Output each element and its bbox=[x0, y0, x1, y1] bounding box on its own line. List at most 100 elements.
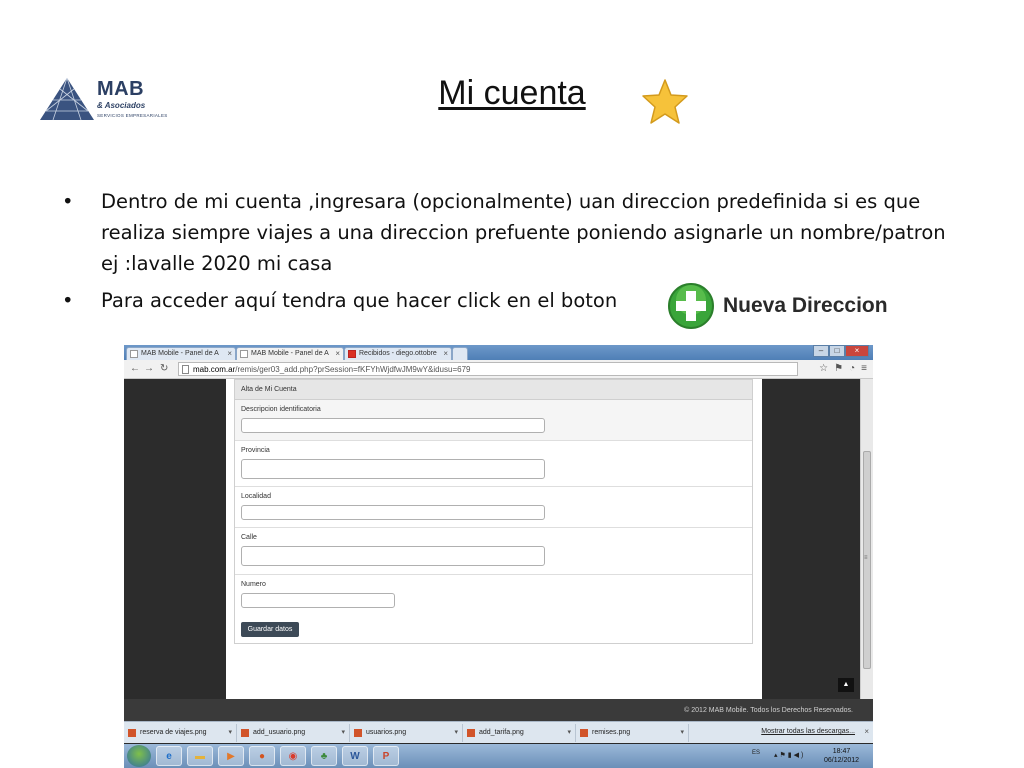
clock-time: 18:47 bbox=[832, 748, 851, 755]
download-item[interactable]: add_usuario.png ▾ bbox=[237, 723, 350, 742]
folder-icon[interactable]: ▬ bbox=[187, 746, 213, 766]
toolbar-icons: ☆ ⚑ ◔ ≡ bbox=[819, 363, 867, 374]
form-row: Localidad bbox=[235, 487, 752, 528]
chevron-down-icon[interactable]: ▾ bbox=[680, 728, 684, 736]
close-icon[interactable]: × bbox=[227, 349, 232, 358]
url-path: /remis/ger03_add.php?prSession=fKFYhWjdf… bbox=[235, 365, 471, 374]
page-icon bbox=[240, 350, 248, 358]
browser-tabbar: MAB Mobile - Panel de A × MAB Mobile - P… bbox=[124, 345, 873, 360]
close-icon[interactable]: × bbox=[335, 349, 340, 358]
url-input[interactable]: mab.com.ar/remis/ger03_add.php?prSession… bbox=[178, 362, 798, 376]
form-title: Alta de Mi Cuenta bbox=[235, 380, 752, 400]
gmail-icon bbox=[348, 350, 356, 358]
download-item[interactable]: add_tarifa.png ▾ bbox=[463, 723, 576, 742]
app-icon[interactable]: ♣ bbox=[311, 746, 337, 766]
start-button[interactable] bbox=[127, 745, 151, 767]
close-window-icon[interactable]: × bbox=[845, 345, 869, 357]
forward-icon[interactable]: → bbox=[144, 363, 154, 374]
plus-icon bbox=[668, 283, 714, 329]
clock-date: 06/12/2012 bbox=[824, 757, 860, 764]
nueva-direccion-label: Nueva Direccion bbox=[723, 294, 888, 317]
extension-icon[interactable]: ⚑ bbox=[834, 363, 843, 374]
field-label: Descripcion identificatoria bbox=[241, 406, 321, 413]
page-viewport: Alta de Mi Cuenta Descripcion identifica… bbox=[124, 379, 873, 699]
chrome-icon[interactable]: ◉ bbox=[280, 746, 306, 766]
system-tray-icons[interactable]: ▴⚑▮◀) bbox=[774, 751, 805, 759]
logo-tagline: SERVICIOS EMPRESARIALES bbox=[97, 113, 168, 118]
field-label: Numero bbox=[241, 581, 266, 588]
downloads-bar: reserva de viajes.png ▾ add_usuario.png … bbox=[124, 721, 873, 743]
star-icon bbox=[642, 79, 688, 124]
localidad-input[interactable] bbox=[241, 505, 545, 520]
new-tab-button[interactable] bbox=[452, 347, 468, 360]
word-icon[interactable]: W bbox=[342, 746, 368, 766]
chevron-down-icon[interactable]: ▾ bbox=[228, 728, 232, 736]
provincia-input[interactable] bbox=[241, 459, 545, 479]
image-file-icon bbox=[128, 728, 136, 737]
image-file-icon bbox=[580, 728, 588, 737]
windows-taskbar: e ▬ ▶ ● ◉ ♣ W P ES ▴⚑▮◀) 18:47 06/12/201… bbox=[124, 744, 873, 768]
bookmark-star-icon[interactable]: ☆ bbox=[819, 363, 828, 374]
download-name: add_tarifa.png bbox=[479, 728, 524, 736]
download-item[interactable]: reserva de viajes.png ▾ bbox=[124, 723, 237, 742]
chevron-down-icon[interactable]: ▾ bbox=[341, 728, 345, 736]
download-name: add_usuario.png bbox=[253, 728, 306, 736]
tab-label: MAB Mobile - Panel de A bbox=[141, 350, 219, 357]
browser-tab[interactable]: MAB Mobile - Panel de A × bbox=[126, 347, 236, 360]
nueva-direccion-button[interactable]: Nueva Direccion bbox=[667, 281, 888, 331]
close-icon[interactable]: × bbox=[443, 349, 448, 358]
url-host: mab.com.ar bbox=[193, 365, 236, 374]
window-controls: – □ × bbox=[813, 345, 869, 357]
form-row: Calle bbox=[235, 528, 752, 575]
numero-input[interactable] bbox=[241, 593, 395, 608]
download-name: remises.png bbox=[592, 728, 631, 736]
powerpoint-icon[interactable]: P bbox=[373, 746, 399, 766]
scroll-top-button[interactable]: ▲ bbox=[838, 678, 854, 692]
page-icon bbox=[130, 350, 138, 358]
calle-input[interactable] bbox=[241, 546, 545, 566]
form-row: Provincia bbox=[235, 441, 752, 487]
menu-icon[interactable]: ≡ bbox=[861, 363, 867, 374]
browser-tab[interactable]: Recibidos - diego.ottobre × bbox=[344, 347, 452, 360]
scroll-grip-icon: ≡ bbox=[864, 555, 868, 561]
clock[interactable]: 18:47 06/12/2012 bbox=[824, 747, 859, 765]
slide-title: Mi cuenta bbox=[438, 74, 586, 112]
guardar-datos-button[interactable]: Guardar datos bbox=[241, 622, 299, 637]
firefox-icon[interactable]: ● bbox=[249, 746, 275, 766]
descripcion-input[interactable] bbox=[241, 418, 545, 433]
bullet-item: Dentro de mi cuenta ,ingresara (opcional… bbox=[62, 186, 962, 279]
field-label: Calle bbox=[241, 534, 257, 541]
media-player-icon[interactable]: ▶ bbox=[218, 746, 244, 766]
field-label: Localidad bbox=[241, 493, 271, 500]
tab-label: MAB Mobile - Panel de A bbox=[251, 350, 329, 357]
download-item[interactable]: remises.png ▾ bbox=[576, 723, 689, 742]
page-icon bbox=[182, 365, 189, 374]
image-file-icon bbox=[354, 728, 362, 737]
field-label: Provincia bbox=[241, 447, 270, 454]
skype-icon[interactable]: ◔ bbox=[849, 363, 855, 374]
download-name: usuarios.png bbox=[366, 728, 407, 736]
address-bar: ← → ↻ mab.com.ar/remis/ger03_add.php?prS… bbox=[124, 360, 873, 379]
page-footer: © 2012 MAB Mobile. Todos los Derechos Re… bbox=[124, 699, 873, 721]
minimize-icon[interactable]: – bbox=[813, 345, 829, 357]
show-all-downloads-link[interactable]: Mostrar todas las descargas... bbox=[761, 728, 855, 735]
download-item[interactable]: usuarios.png ▾ bbox=[350, 723, 463, 742]
image-file-icon bbox=[467, 728, 475, 737]
browser-tab-active[interactable]: MAB Mobile - Panel de A × bbox=[236, 347, 344, 360]
download-name: reserva de viajes.png bbox=[140, 728, 207, 736]
page-body: Alta de Mi Cuenta Descripcion identifica… bbox=[226, 379, 762, 699]
maximize-icon[interactable]: □ bbox=[829, 345, 845, 357]
ie-icon[interactable]: e bbox=[156, 746, 182, 766]
form-row: Descripcion identificatoria bbox=[235, 400, 752, 441]
alta-form: Alta de Mi Cuenta Descripcion identifica… bbox=[234, 379, 753, 644]
close-icon[interactable]: × bbox=[864, 727, 869, 736]
scrollbar[interactable]: ≡ bbox=[860, 379, 873, 699]
chevron-down-icon[interactable]: ▾ bbox=[454, 728, 458, 736]
language-indicator[interactable]: ES bbox=[752, 750, 760, 756]
tab-label: Recibidos - diego.ottobre bbox=[359, 350, 437, 357]
image-file-icon bbox=[241, 728, 249, 737]
form-row: Numero bbox=[235, 575, 752, 619]
reload-icon[interactable]: ↻ bbox=[160, 363, 168, 374]
back-icon[interactable]: ← bbox=[130, 363, 140, 374]
chevron-down-icon[interactable]: ▾ bbox=[567, 728, 571, 736]
